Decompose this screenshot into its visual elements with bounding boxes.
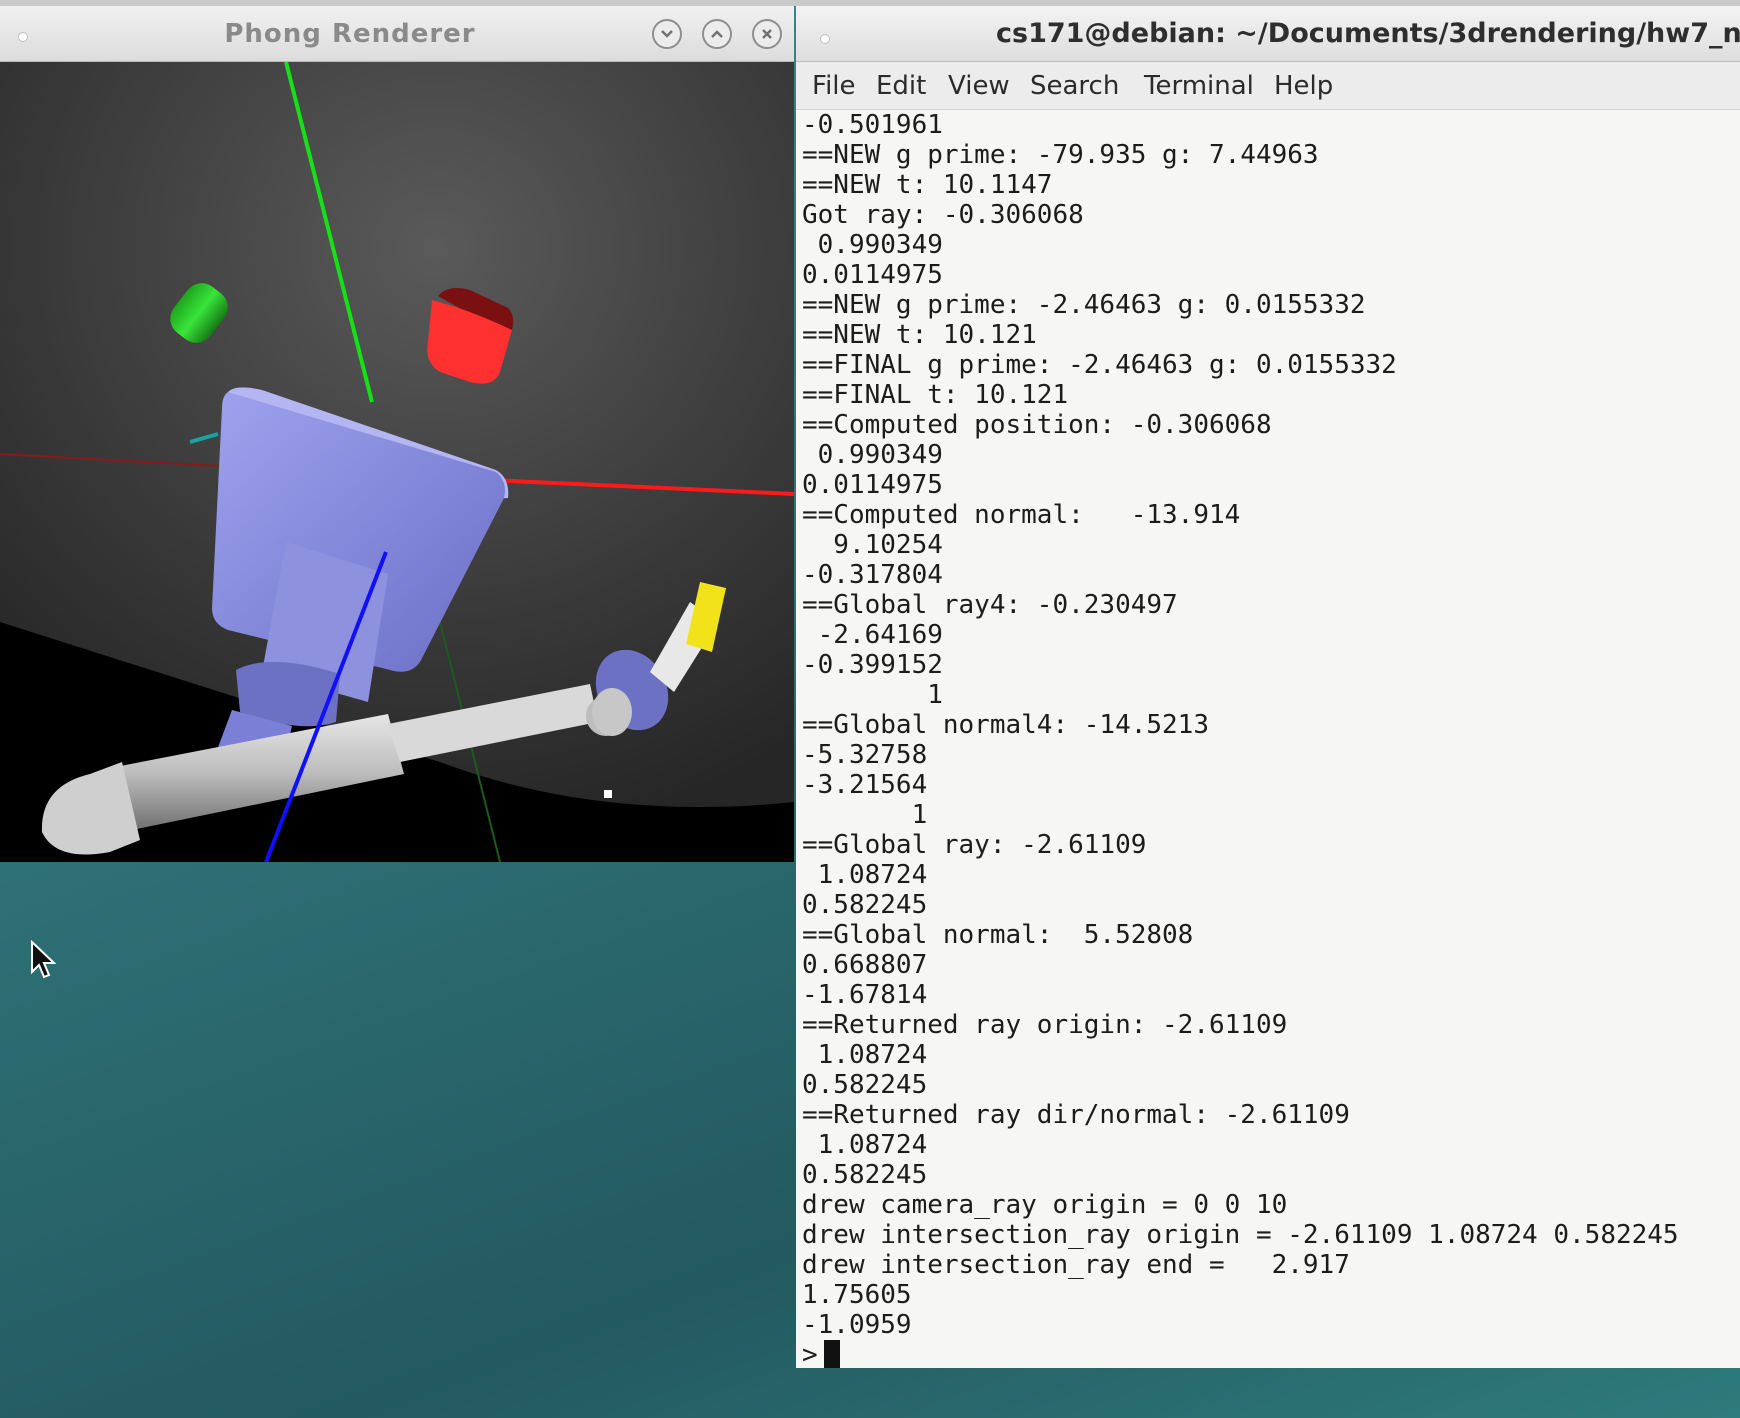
terminal-line: -3.21564 — [802, 770, 928, 800]
terminal-line: 0.582245 — [802, 890, 928, 920]
terminal-line: -0.317804 — [802, 560, 943, 590]
terminal-line: 0.990349 — [802, 230, 943, 260]
window-menu-dot-icon[interactable] — [18, 32, 28, 42]
menu-file[interactable]: File — [812, 62, 856, 110]
terminal-line: -1.67814 — [802, 980, 928, 1010]
menu-terminal[interactable]: Terminal — [1144, 62, 1254, 110]
terminal-line: 0.582245 — [802, 1070, 928, 1100]
terminal-titlebar[interactable]: cs171@debian: ~/Documents/3drendering/hw… — [796, 6, 1740, 62]
terminal-line: -5.32758 — [802, 740, 928, 770]
prompt-line[interactable]: > — [802, 1340, 1738, 1368]
terminal-line: ==Computed normal: -13.914 — [802, 500, 1241, 530]
terminal-line: drew intersection_ray origin = -2.61109 … — [802, 1220, 1679, 1250]
terminal-line: 0.582245 — [802, 1160, 928, 1190]
terminal-line: 1.08724 — [802, 1130, 928, 1160]
terminal-line: 1.08724 — [802, 1040, 928, 1070]
terminal-line: ==NEW g prime: -2.46463 g: 0.0155332 — [802, 290, 1366, 320]
terminal-line: -0.501961 — [802, 110, 943, 140]
chevron-up-icon — [711, 30, 723, 38]
terminal-line: ==Returned ray origin: -2.61109 — [802, 1010, 1288, 1040]
terminal-line: 1 — [802, 800, 928, 830]
terminal-line: 0.0114975 — [802, 470, 943, 500]
mouse-pointer-icon — [31, 940, 56, 979]
terminal-line: ==NEW g prime: -79.935 g: 7.44963 — [802, 140, 1319, 170]
terminal-line: ==NEW t: 10.1147 — [802, 170, 1053, 200]
terminal-line: ==Returned ray dir/normal: -2.61109 — [802, 1100, 1350, 1130]
close-button[interactable] — [752, 19, 782, 49]
terminal-line: ==Global normal4: -14.5213 — [802, 710, 1209, 740]
text-cursor — [823, 1340, 840, 1368]
phong-renderer-window[interactable]: Phong Renderer — [0, 6, 794, 862]
terminal-line: 1.08724 — [802, 860, 928, 890]
terminal-line: ==FINAL g prime: -2.46463 g: 0.0155332 — [802, 350, 1397, 380]
prompt-symbol: > — [802, 1340, 818, 1368]
terminal-line: drew camera_ray origin = 0 0 10 — [802, 1190, 1288, 1220]
terminal-line: Got ray: -0.306068 — [802, 200, 1084, 230]
close-icon — [762, 29, 772, 39]
terminal-line: 0.0114975 — [802, 260, 943, 290]
window-title: Phong Renderer — [224, 19, 476, 49]
terminal-line: 0.668807 — [802, 950, 928, 980]
terminal-line: ==Global normal: 5.52808 — [802, 920, 1194, 950]
terminal-line: 1.75605 — [802, 1280, 912, 1310]
terminal-line: ==FINAL t: 10.121 — [802, 380, 1069, 410]
maximize-button[interactable] — [702, 19, 732, 49]
terminal-window[interactable]: cs171@debian: ~/Documents/3drendering/hw… — [796, 6, 1740, 1368]
chevron-down-icon — [661, 30, 673, 38]
terminal-line: 9.10254 — [802, 530, 943, 560]
render-viewport[interactable] — [0, 62, 794, 862]
minimize-button[interactable] — [652, 19, 682, 49]
terminal-line: -2.64169 — [802, 620, 943, 650]
terminal-line: -1.0959 — [802, 1310, 912, 1340]
menu-bar: File Edit View Search Terminal Help — [796, 62, 1740, 110]
menu-edit[interactable]: Edit — [876, 62, 926, 110]
menu-help[interactable]: Help — [1274, 62, 1333, 110]
terminal-line: 1 — [802, 680, 943, 710]
terminal-line: ==NEW t: 10.121 — [802, 320, 1037, 350]
intersection-point — [604, 790, 612, 798]
terminal-line: ==Global ray4: -0.230497 — [802, 590, 1178, 620]
menu-view[interactable]: View — [948, 62, 1010, 110]
terminal-line: drew intersection_ray end = 2.917 — [802, 1250, 1350, 1280]
terminal-line: ==Global ray: -2.61109 — [802, 830, 1147, 860]
window-title: cs171@debian: ~/Documents/3drendering/hw… — [996, 18, 1740, 49]
terminal-line: -0.399152 — [802, 650, 943, 680]
phong-titlebar[interactable]: Phong Renderer — [0, 6, 794, 62]
terminal-output[interactable]: -0.501961 ==NEW g prime: -79.935 g: 7.449… — [802, 110, 1738, 1368]
terminal-lines: -0.501961 ==NEW g prime: -79.935 g: 7.449… — [802, 110, 1738, 1340]
terminal-line: 0.990349 — [802, 440, 943, 470]
window-menu-dot-icon[interactable] — [820, 34, 830, 44]
terminal-line: ==Computed position: -0.306068 — [802, 410, 1272, 440]
menu-search[interactable]: Search — [1030, 62, 1119, 110]
